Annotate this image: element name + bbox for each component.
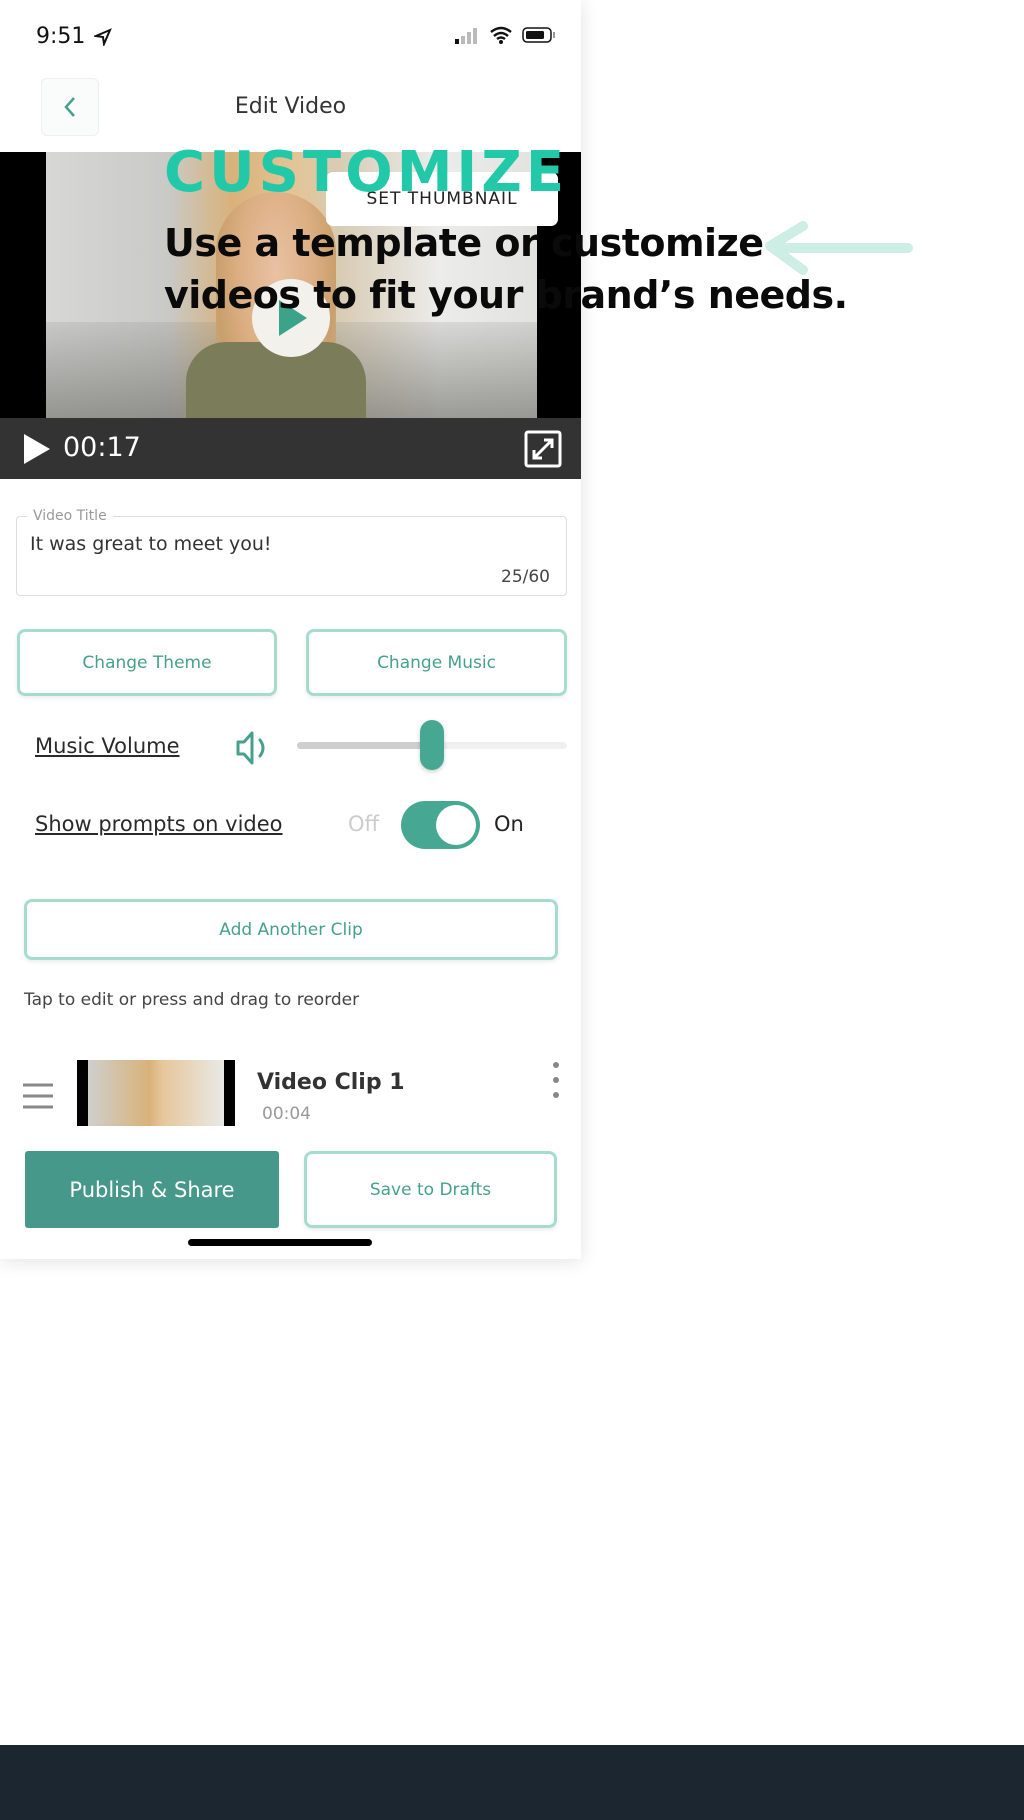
- video-controls: 00:17: [0, 418, 581, 479]
- change-music-button[interactable]: Change Music: [306, 629, 567, 696]
- more-vertical-icon[interactable]: [550, 1060, 562, 1100]
- wifi-icon: [490, 26, 512, 44]
- change-theme-button[interactable]: Change Theme: [17, 629, 277, 696]
- clip-list-item[interactable]: Video Clip 1 00:04: [0, 1040, 581, 1126]
- promo-headline: CUSTOMIZE: [164, 140, 569, 205]
- footer-bar: [0, 1745, 1024, 1820]
- char-counter: 25/60: [501, 567, 550, 587]
- volume-thumb[interactable]: [420, 720, 444, 770]
- arrow-left-icon: [765, 221, 913, 275]
- music-volume-label: Music Volume: [35, 734, 180, 758]
- reorder-hint: Tap to edit or press and drag to reorder: [24, 990, 360, 1010]
- play-icon[interactable]: [22, 432, 52, 466]
- speaker-icon[interactable]: [234, 728, 270, 768]
- toggle-knob: [436, 805, 476, 845]
- promo-subline-1: Use a template or customize: [164, 221, 764, 265]
- status-time: 9:51: [36, 24, 86, 49]
- video-title-input[interactable]: It was great to meet you!: [30, 533, 272, 555]
- toggle-off-label: Off: [348, 812, 379, 836]
- toggle-on-label: On: [494, 812, 524, 836]
- promo-subline-2: videos to fit your brand’s needs.: [164, 273, 848, 317]
- show-prompts-label: Show prompts on video: [35, 812, 283, 836]
- volume-slider[interactable]: [297, 720, 567, 770]
- save-drafts-button[interactable]: Save to Drafts: [304, 1151, 557, 1228]
- publish-share-button[interactable]: Publish & Share: [25, 1151, 279, 1228]
- drag-handle-icon[interactable]: [22, 1082, 54, 1110]
- location-arrow-icon: [94, 28, 112, 46]
- page-title: Edit Video: [234, 94, 347, 119]
- show-prompts-toggle[interactable]: [401, 801, 480, 849]
- clip-duration: 00:04: [262, 1104, 311, 1124]
- home-indicator: [188, 1239, 372, 1246]
- clip-name: Video Clip 1: [257, 1070, 405, 1095]
- clip-thumbnail: [77, 1060, 235, 1126]
- video-title-label: Video Title: [27, 508, 113, 524]
- video-time: 00:17: [63, 432, 141, 463]
- video-title-field[interactable]: Video Title It was great to meet you! 25…: [16, 508, 567, 596]
- add-another-clip-button[interactable]: Add Another Clip: [24, 899, 558, 960]
- fullscreen-icon[interactable]: [524, 430, 562, 468]
- volume-fill: [297, 742, 432, 749]
- signal-icon: [455, 28, 477, 44]
- battery-icon: [522, 27, 555, 43]
